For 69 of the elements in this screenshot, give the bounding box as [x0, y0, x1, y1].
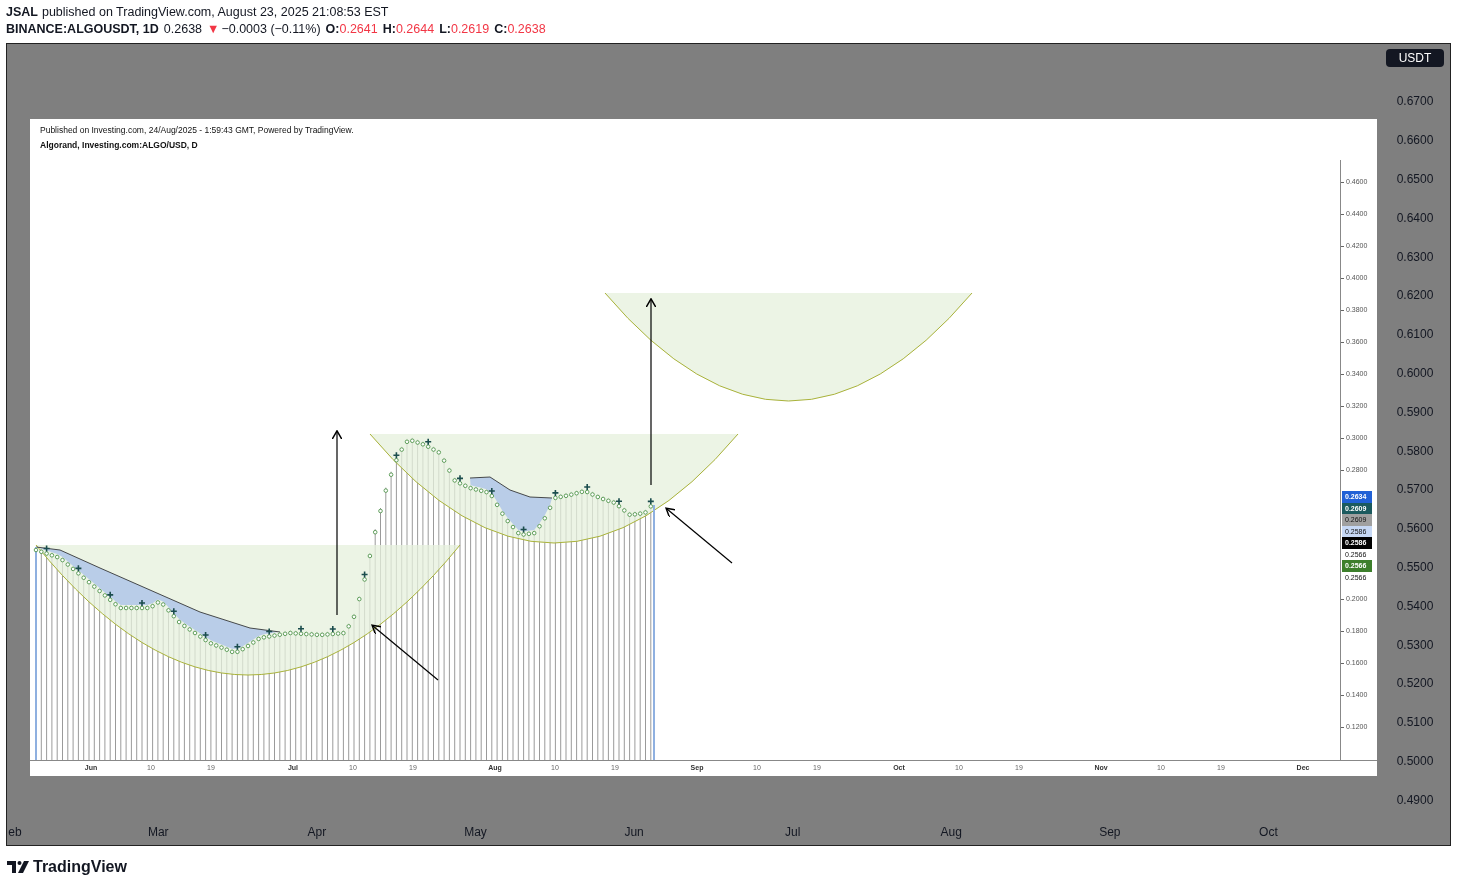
cross-marker	[488, 487, 496, 495]
cross-marker	[297, 624, 305, 633]
symbol-title: BINANCE:ALGOUSDT, 1D	[6, 21, 159, 38]
price-label: 0.4900	[1396, 791, 1434, 809]
image-caption: Published on Investing.com, 24/Aug/2025 - 1:59:43 GMT, Powered by TradingView.	[40, 125, 355, 136]
currency-badge: USDT	[1386, 49, 1444, 67]
ohlc-value: 0.2619	[450, 21, 490, 38]
price-label: 0.5400	[1396, 597, 1434, 615]
cross-marker	[551, 489, 560, 497]
price-label: 0.5700	[1396, 481, 1434, 499]
price-label: 0.5900	[1396, 403, 1434, 421]
ohlc-label: H:	[382, 21, 396, 38]
date-label: eb	[8, 824, 22, 841]
change-icon: ▼	[207, 21, 220, 38]
price-label: 0.5300	[1396, 636, 1434, 654]
ohlc-label: L:	[439, 21, 451, 38]
cross-marker	[329, 625, 337, 633]
cross-marker	[138, 599, 146, 607]
date-label: Mar	[147, 824, 169, 841]
price-label: 0.5000	[1396, 752, 1434, 770]
date-label: May	[464, 824, 487, 841]
image-title: Algorand, Investing.com:ALGO/USD, D	[40, 140, 199, 151]
price-label: 0.6200	[1396, 287, 1434, 305]
price-change: −0.0003 (−0.11%)	[221, 21, 321, 38]
cross-marker	[42, 544, 51, 553]
price-label: 0.5100	[1396, 714, 1434, 732]
cross-marker	[615, 497, 623, 505]
price-label: 0.6600	[1396, 132, 1434, 150]
date-label: Oct	[1259, 824, 1278, 841]
price-label: 0.6400	[1396, 209, 1434, 227]
cross-marker	[519, 525, 528, 534]
author-name: JSAL	[6, 4, 38, 21]
price-label: 0.5200	[1396, 675, 1434, 693]
cross-marker	[360, 570, 369, 579]
date-label: Jun	[624, 824, 644, 841]
arrow	[371, 624, 439, 681]
date-label: Jul	[785, 824, 801, 841]
price-label: 0.6700	[1396, 93, 1434, 111]
cross-marker	[424, 437, 432, 446]
price-label: 0.6300	[1396, 248, 1434, 266]
cross-marker	[74, 564, 83, 573]
cross-marker	[583, 483, 591, 491]
ohlc-value: 0.2641	[339, 21, 378, 38]
date-label: Aug	[940, 824, 962, 841]
price-label: 0.5800	[1396, 442, 1434, 460]
logo-icon	[7, 861, 29, 873]
publish-info: published on TradingView.com, August 23, 2025 21:08:53 EST	[41, 4, 389, 21]
cross-marker	[201, 631, 210, 639]
cross-marker	[647, 497, 655, 506]
cross-marker	[392, 451, 401, 459]
cross-marker	[233, 643, 242, 651]
ohlc-value: 0.2638	[507, 21, 546, 38]
cross-marker	[106, 591, 114, 599]
last-price: 0.2638	[163, 21, 203, 38]
price-label: 0.6000	[1396, 364, 1434, 382]
ohlc-label: C:	[494, 21, 508, 38]
cross-marker	[265, 627, 273, 636]
price-label: 0.5500	[1396, 558, 1434, 576]
cross-marker	[170, 607, 178, 615]
price-label: 0.6100	[1396, 326, 1434, 344]
date-label: Apr	[307, 824, 327, 841]
brand-logo: TradingView	[33, 857, 127, 877]
price-label: 0.6500	[1396, 171, 1434, 188]
arrow	[665, 507, 733, 564]
cross-marker	[456, 474, 464, 483]
price-label: 0.5600	[1396, 520, 1434, 538]
ohlc-value: 0.2644	[395, 21, 435, 38]
date-label: Sep	[1099, 824, 1121, 841]
ohlc-label: O:	[325, 21, 340, 38]
